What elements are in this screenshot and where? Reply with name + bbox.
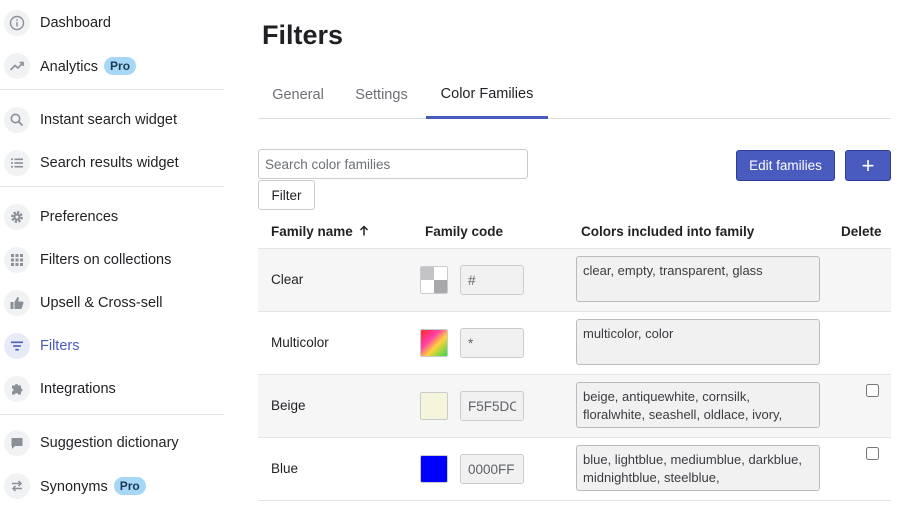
pro-badge: Pro bbox=[113, 477, 146, 495]
sidebar-item-label: Upsell & Cross-sell bbox=[40, 295, 163, 311]
sort-ascending-icon bbox=[359, 224, 369, 239]
sidebar-item-preferences[interactable]: Preferences bbox=[0, 199, 224, 235]
family-name: Clear bbox=[271, 272, 304, 287]
edit-families-button[interactable]: Edit families bbox=[736, 150, 835, 181]
search-icon bbox=[4, 107, 30, 133]
table-row: Clear clear, empty, transparent, glass bbox=[258, 249, 891, 312]
color-swatch-checker bbox=[420, 266, 448, 294]
info-icon bbox=[4, 10, 30, 36]
color-swatch-rainbow bbox=[420, 329, 448, 357]
filter-icon bbox=[4, 333, 30, 359]
family-colors-textarea[interactable]: multicolor, color bbox=[576, 319, 820, 365]
family-code-field[interactable] bbox=[460, 391, 524, 421]
sidebar-item-dashboard[interactable]: Dashboard bbox=[0, 5, 224, 41]
sidebar-item-label: Synonyms bbox=[40, 479, 108, 495]
sidebar-item-synonyms[interactable]: Synonyms Pro bbox=[0, 468, 224, 504]
color-swatch-beige bbox=[420, 392, 448, 420]
filter-button[interactable]: Filter bbox=[258, 180, 315, 210]
sidebar-item-label: Preferences bbox=[40, 209, 119, 225]
family-code-field[interactable] bbox=[460, 328, 524, 358]
delete-checkbox[interactable] bbox=[866, 447, 879, 460]
add-family-button[interactable]: + bbox=[845, 150, 891, 181]
table-row: Blue blue, lightblue, mediumblue, darkbl… bbox=[258, 438, 891, 501]
pro-badge: Pro bbox=[104, 57, 137, 75]
sidebar-divider bbox=[0, 89, 224, 90]
list-icon bbox=[4, 150, 30, 176]
gear-icon bbox=[4, 204, 30, 230]
sidebar-item-search-results-widget[interactable]: Search results widget bbox=[0, 145, 224, 181]
sidebar-item-label: Suggestion dictionary bbox=[40, 435, 179, 451]
tab-color-families[interactable]: Color Families bbox=[426, 72, 548, 119]
color-swatch-blue bbox=[420, 455, 448, 483]
sidebar-item-integrations[interactable]: Integrations bbox=[0, 371, 224, 407]
sidebar-divider bbox=[0, 186, 224, 187]
sidebar: Dashboard Analytics Pro Instant search wi… bbox=[0, 0, 224, 505]
sidebar-item-instant-search-widget[interactable]: Instant search widget bbox=[0, 102, 224, 138]
sidebar-item-label: Search results widget bbox=[40, 155, 179, 171]
family-colors-textarea[interactable]: clear, empty, transparent, glass bbox=[576, 256, 820, 302]
sidebar-item-label: Analytics bbox=[40, 59, 99, 75]
page-title: Filters bbox=[262, 20, 344, 50]
thumbs-up-icon bbox=[4, 290, 30, 316]
family-code-field[interactable] bbox=[460, 454, 524, 484]
column-header-delete: Delete bbox=[841, 224, 882, 239]
swap-icon bbox=[4, 473, 30, 499]
sidebar-item-suggestion-dictionary[interactable]: Suggestion dictionary bbox=[0, 425, 224, 461]
sidebar-item-label: Filters on collections bbox=[40, 252, 172, 268]
delete-checkbox[interactable] bbox=[866, 384, 879, 397]
puzzle-icon bbox=[4, 376, 30, 402]
sidebar-item-filters-on-collections[interactable]: Filters on collections bbox=[0, 242, 224, 278]
column-header-family-name[interactable]: Family name bbox=[271, 224, 369, 239]
table-header: Family name Family code Colors included … bbox=[258, 214, 891, 249]
tab-settings[interactable]: Settings bbox=[342, 72, 421, 118]
sidebar-item-label: Instant search widget bbox=[40, 112, 178, 128]
table-row: Beige beige, antiquewhite, cornsilk, flo… bbox=[258, 375, 891, 438]
sidebar-divider bbox=[0, 414, 224, 415]
sidebar-item-label: Dashboard bbox=[40, 15, 111, 31]
column-header-family-code: Family code bbox=[425, 224, 504, 239]
sidebar-item-label: Filters bbox=[40, 338, 80, 354]
table-row: Multicolor multicolor, color bbox=[258, 312, 891, 375]
grid-icon bbox=[4, 247, 30, 273]
sidebar-item-analytics[interactable]: Analytics Pro bbox=[0, 48, 224, 84]
family-colors-textarea[interactable]: blue, lightblue, mediumblue, darkblue, m… bbox=[576, 445, 820, 491]
family-name: Blue bbox=[271, 461, 299, 476]
tab-general[interactable]: General bbox=[258, 72, 338, 118]
sidebar-item-label: Integrations bbox=[40, 381, 116, 397]
tab-bar: General Settings Color Families bbox=[258, 72, 891, 119]
search-input[interactable] bbox=[258, 149, 528, 179]
sidebar-item-filters[interactable]: Filters bbox=[0, 328, 224, 364]
column-header-colors: Colors included into family bbox=[581, 224, 755, 239]
family-colors-textarea[interactable]: beige, antiquewhite, cornsilk, floralwhi… bbox=[576, 382, 820, 428]
sidebar-item-upsell-cross-sell[interactable]: Upsell & Cross-sell bbox=[0, 285, 224, 321]
chat-icon bbox=[4, 430, 30, 456]
family-name: Beige bbox=[271, 398, 306, 413]
trend-icon bbox=[4, 53, 30, 79]
family-code-field[interactable] bbox=[460, 265, 524, 295]
family-name: Multicolor bbox=[271, 335, 329, 350]
